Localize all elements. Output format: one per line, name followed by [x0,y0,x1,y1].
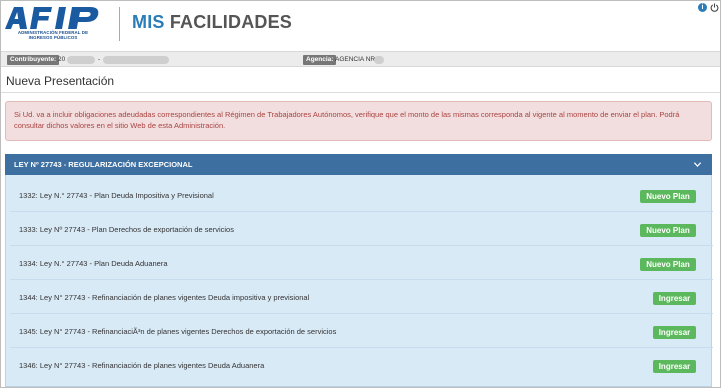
power-icon[interactable] [710,3,719,12]
plan-label: 1345: Ley N° 27743 - RefinanciaciÃ³n de … [19,327,337,336]
info-icon[interactable]: i [698,3,707,12]
app-window: ADMINISTRACIÓN FEDERAL DE INGRESOS PÚBLI… [0,0,721,388]
redacted-cuit-prefix [67,56,95,64]
agencia-label: Agencia: [303,55,337,65]
accordion-header[interactable]: LEY Nº 27743 - REGULARIZACIÓN EXCEPCIONA… [5,154,712,175]
warning-alert: Si Ud. va a incluir obligaciones adeudad… [5,101,712,141]
plan-label: 1346: Ley N° 27743 - Refinanciación de p… [19,361,265,370]
afip-logo-letters [5,7,99,29]
contribuyente-value: 20 [58,56,66,63]
plan-label: 1332: Ley N.° 27743 - Plan Deuda Imposit… [19,191,214,200]
plan-row-1332: 1332: Ley N.° 27743 - Plan Deuda Imposit… [10,178,713,212]
app-title: MIS FACILIDADES [132,12,292,33]
ingresar-button[interactable]: Ingresar [653,326,696,339]
afip-logo[interactable]: ADMINISTRACIÓN FEDERAL DE INGRESOS PÚBLI… [5,7,100,41]
redacted-agency-number [374,56,384,64]
plan-row-1345: 1345: Ley N° 27743 - RefinanciaciÃ³n de … [10,314,713,348]
redacted-taxpayer-name [103,56,169,64]
afip-logo-subtitle: ADMINISTRACIÓN FEDERAL DE INGRESOS PÚBLI… [17,30,89,40]
alert-text: Si Ud. va a incluir obligaciones adeudad… [14,110,680,130]
ingresar-button[interactable]: Ingresar [653,360,696,373]
plan-label: 1344: Ley N° 27743 - Refinanciación de p… [19,293,310,302]
accordion-title: LEY Nº 27743 - REGULARIZACIÓN EXCEPCIONA… [14,160,193,169]
nuevo-plan-button[interactable]: Nuevo Plan [640,224,696,237]
contribuyente-label: Contribuyente: [7,55,60,65]
plan-row-1333: 1333: Ley Nº 27743 - Plan Derechos de ex… [10,212,713,246]
header-divider [119,7,120,41]
app-title-part1: MIS [132,12,165,32]
page-title: Nueva Presentación [6,74,115,88]
accordion-body: 1332: Ley N.° 27743 - Plan Deuda Imposit… [5,175,713,387]
plan-row-1334: 1334: Ley N.° 27743 - Plan Deuda Aduaner… [10,246,713,280]
nuevo-plan-button[interactable]: Nuevo Plan [640,258,696,271]
nuevo-plan-button[interactable]: Nuevo Plan [640,190,696,203]
plan-label: 1333: Ley Nº 27743 - Plan Derechos de ex… [19,225,234,234]
contribuyente-separator: - [98,56,101,63]
header: ADMINISTRACIÓN FEDERAL DE INGRESOS PÚBLI… [1,1,720,49]
plan-label: 1334: Ley N.° 27743 - Plan Deuda Aduaner… [19,259,168,268]
taxpayer-bar: Contribuyente: 20 - Agencia: AGENCIA NRO [1,51,720,67]
plan-row-1346: 1346: Ley N° 27743 - Refinanciación de p… [10,348,713,382]
app-title-part2: FACILIDADES [169,12,293,32]
plan-row-1344: 1344: Ley N° 27743 - Refinanciación de p… [10,280,713,314]
chevron-down-icon[interactable] [693,160,702,169]
ingresar-button[interactable]: Ingresar [653,292,696,305]
title-divider [1,92,720,93]
